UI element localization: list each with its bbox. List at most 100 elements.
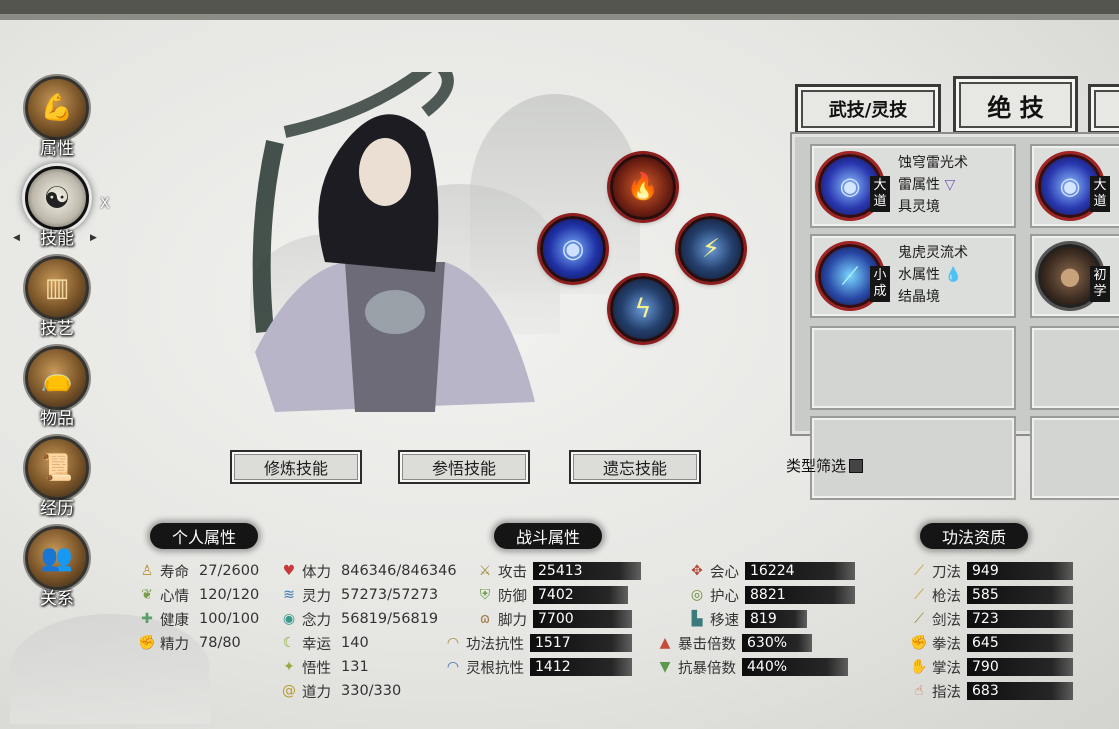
stat-row: ♙ 寿命 27/2600 [138,561,260,581]
people-icon: 👥 [25,526,89,590]
tab-martial-spirit-skills[interactable]: 武技/灵技 [795,84,941,134]
stat-row: ▙ 移速 819 [688,609,807,629]
skill-orb-lightning[interactable]: ⚡ [678,216,744,282]
skill-card-empty[interactable] [1030,416,1119,500]
nav-item-items[interactable]: 👝 物品 [22,346,92,430]
heart-icon: ♥ [282,563,296,579]
skill-card[interactable]: ● 初学 [1030,234,1119,318]
skill-card[interactable]: ◉ 大道 [1030,144,1119,228]
skill-card-empty[interactable] [1030,326,1119,410]
stat-bar: 819 [745,610,807,628]
bg-mountain [10,614,210,724]
nav-item-skills[interactable]: ☯ 技能 [22,166,92,250]
stat-bar: 440% [742,658,848,676]
spiral-icon: @ [282,683,296,699]
stat-row: @ 道力 330/330 [282,683,402,701]
stat-row: ⚔ 攻击 25413 [476,561,641,581]
stat-row: ≋ 灵力 57273/57273 [280,585,438,605]
skill-name: 鬼虎灵流术 [898,245,968,261]
muscle-figure-icon: 💪 [25,76,89,140]
forget-skill-button[interactable]: 遗忘技能 [569,450,701,484]
shield-icon: ⛨ [479,587,491,603]
stat-row: ◎ 护心 8821 [688,585,855,605]
triangle-down-icon: ▼ [659,659,671,675]
stat-bar: 630% [742,634,812,652]
book-icon: 📜 [25,436,89,500]
nav-item-crafts[interactable]: ▥ 技艺 [22,256,92,340]
nav-item-attributes[interactable]: 💪 属性 [22,76,92,160]
feet-icon: ɷ [479,611,491,627]
train-skill-button[interactable]: 修炼技能 [230,450,362,484]
nav-next-arrow-icon[interactable]: ▶ [90,233,97,243]
sword-icon: ⟋ [914,611,924,627]
stat-row: ✊ 拳法 645 [910,633,1073,653]
skill-level-badge: 小成 [870,266,890,302]
cross-icon: ✚ [141,611,153,627]
dome-icon: ◠ [446,635,460,651]
stat-row: ▲ 暴击倍数 630% [656,633,812,653]
boot-icon: ▙ [691,611,703,627]
stat-row: ❦ 心情 120/120 [138,585,259,605]
stat-row: ▼ 抗暴倍数 440% [656,657,848,677]
sprout-icon: ❦ [141,587,153,603]
stat-row: ⟋ 刀法 949 [910,561,1073,581]
personal-attributes-title: 个人属性 [150,523,259,549]
fist-icon: ✊ [910,635,928,651]
type-filter[interactable]: 类型筛选 [786,455,864,476]
stat-row: ◠ 功法抗性 1517 [444,633,632,653]
nav-item-history[interactable]: 📜 经历 [22,436,92,520]
skill-card[interactable]: ◉ 大道 蚀穹雷光术 雷属性 ▽ 具灵境 [810,144,1016,228]
stat-bar: 683 [967,682,1073,700]
skill-card-empty[interactable] [810,326,1016,410]
skill-level-badge: 大道 [870,176,890,212]
arm-icon: ✊ [138,635,156,651]
stat-row: ⛨ 防御 7402 [476,585,628,605]
spear-icon: ⟋ [914,587,924,603]
skill-orb-thunder-rune[interactable]: ϟ [610,276,676,342]
skill-element: 水属性 💧 [898,267,962,283]
skill-card[interactable]: ⟋ 小成 鬼虎灵流术 水属性 💧 结晶境 [810,234,1016,318]
skill-level-badge: 大道 [1090,176,1110,212]
skill-list-panel: ◉ 大道 蚀穹雷光术 雷属性 ▽ 具灵境 ◉ 大道 ⟋ 小成 鬼虎灵流术 水属性… [790,132,1119,500]
skill-realm: 结晶境 [898,289,940,305]
filter-label: 类型筛选 [786,457,847,475]
stat-row: ◉ 念力 56819/56819 [280,609,438,629]
stat-bar: 16224 [745,562,855,580]
tri-blade-icon: ✥ [691,563,703,579]
star-icon: ✦ [283,659,295,675]
stat-bar: 645 [967,634,1073,652]
skill-name: 蚀穹雷光术 [898,155,968,171]
stat-row: ⟋ 剑法 723 [910,609,1073,629]
stat-row: ♥ 体力 846346/846346 [280,561,457,581]
skill-orb-spheres[interactable]: ◉ [540,216,606,282]
blade-icon: ⟋ [914,563,924,579]
palm-icon: ✋ [910,659,928,675]
nav-label: 技艺 [40,319,74,339]
stat-row: ✚ 健康 100/100 [138,609,259,629]
stat-row: ✥ 会心 16224 [688,561,855,581]
stat-row: ☾ 幸运 140 [280,633,369,653]
moon-icon: ☾ [282,635,296,651]
finger-icon: ☝ [914,683,924,699]
nav-label: 属性 [40,139,74,159]
nav-item-relations[interactable]: 👥 关系 [22,526,92,610]
wood-planks-icon: ▥ [25,256,89,320]
skill-orb-fire[interactable]: 🔥 [610,154,676,220]
skill-element: 雷属性 ▽ [898,177,956,193]
stat-bar: 790 [967,658,1073,676]
stat-bar: 723 [967,610,1073,628]
skill-realm: 具灵境 [898,199,940,215]
tab-partial[interactable] [1088,84,1119,134]
nav-label: 技能 [40,229,74,249]
filter-checkbox[interactable] [849,458,864,473]
nav-label: 物品 [40,409,74,429]
wave-icon: ≋ [283,587,295,603]
bag-icon: 👝 [25,346,89,410]
stat-bar: 1412 [530,658,632,676]
combat-attributes-title: 战斗属性 [494,523,603,549]
comprehend-skill-button[interactable]: 参悟技能 [398,450,530,484]
stat-bar: 8821 [745,586,855,604]
tab-ultimate-skills[interactable]: 绝 技 [953,76,1078,134]
close-button[interactable]: X [100,196,110,212]
nav-prev-arrow-icon[interactable]: ◀ [13,233,20,243]
